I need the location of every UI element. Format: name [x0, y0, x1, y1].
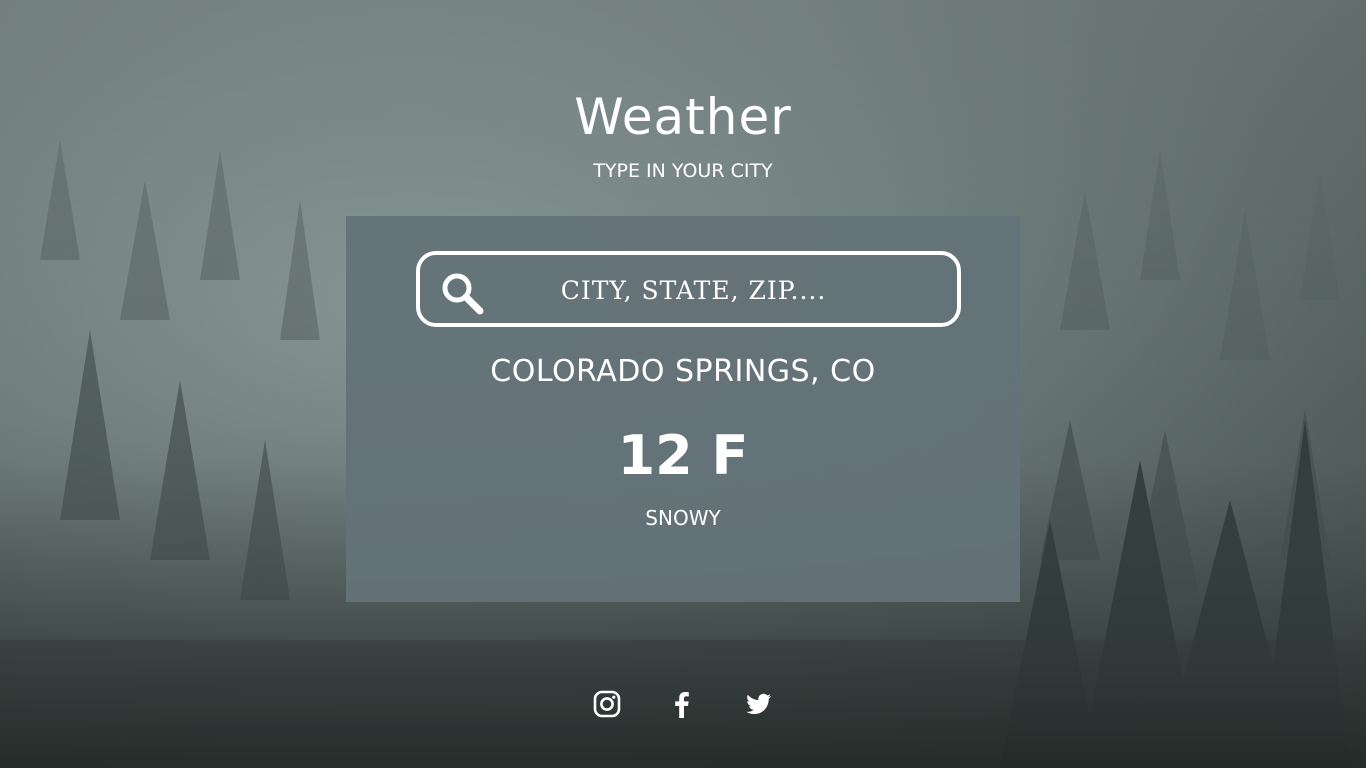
location-name: COLORADO SPRINGS, CO: [490, 354, 876, 389]
page-subtitle: TYPE IN YOUR CITY: [593, 160, 773, 182]
facebook-link[interactable]: [666, 688, 698, 720]
search-box[interactable]: [416, 251, 961, 327]
facebook-icon: [666, 688, 698, 720]
weather-condition: SNOWY: [645, 506, 721, 530]
instagram-link[interactable]: [591, 688, 623, 720]
twitter-link[interactable]: [742, 688, 774, 720]
page-title: Weather: [574, 88, 792, 146]
twitter-icon: [742, 688, 774, 720]
search-icon[interactable]: [440, 271, 486, 317]
instagram-icon: [591, 688, 623, 720]
search-input[interactable]: [515, 255, 872, 325]
temperature-value: 12 F: [617, 424, 749, 487]
weather-card: COLORADO SPRINGS, CO 12 F SNOWY: [346, 216, 1020, 602]
